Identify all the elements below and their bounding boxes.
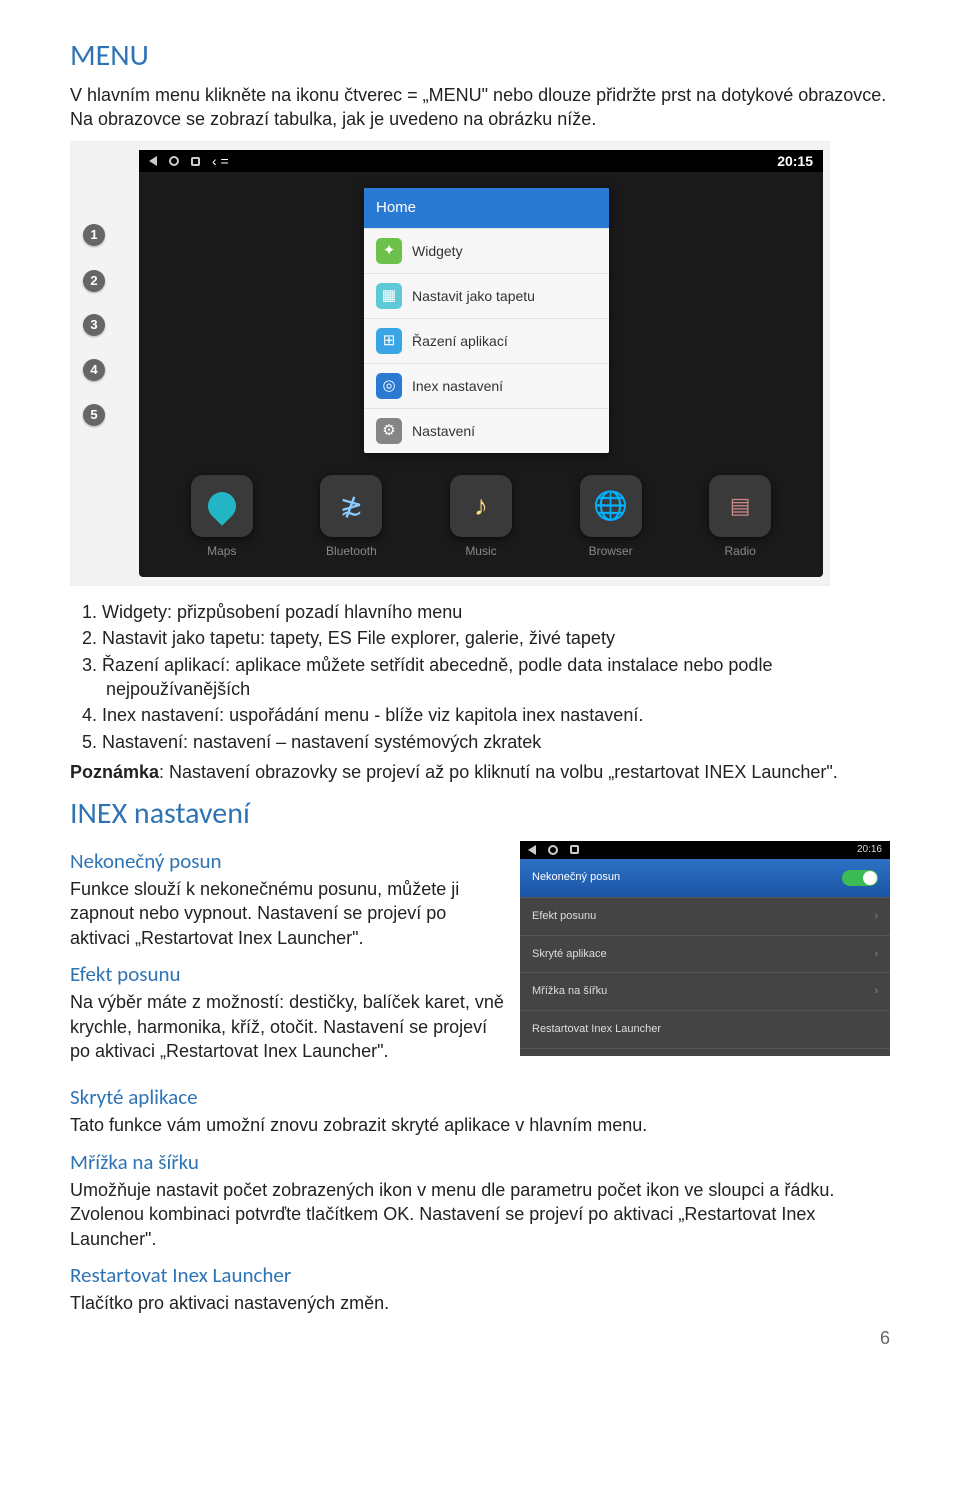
chevron-right-icon: › <box>874 909 878 924</box>
statusbar: 20:16 <box>520 841 890 859</box>
row-label: Skryté aplikace <box>532 947 607 962</box>
nav-forward-icon: ‹ = <box>212 152 229 171</box>
setting-row-skryte[interactable]: Skryté aplikace › <box>520 936 890 974</box>
sub-skryte-aplikace: Skryté aplikace <box>70 1083 890 1111</box>
device-frame: ‹ = 20:15 Home ✦ Widgety ▦ Nastavit jako… <box>139 150 823 577</box>
settings-list: Nekonečný posun Efekt posunu › Skryté ap… <box>520 859 890 1049</box>
menu-item-label: Nastavit jako tapetu <box>412 287 535 306</box>
dock-label: Radio <box>709 543 771 559</box>
callout-badge-1: 1 <box>83 224 105 246</box>
menu-header[interactable]: Home <box>364 188 609 228</box>
menu-item-razeni[interactable]: ⊞ Řazení aplikací <box>364 318 609 363</box>
menu-item-tapeta[interactable]: ▦ Nastavit jako tapetu <box>364 273 609 318</box>
setting-row-restart[interactable]: Restartovat Inex Launcher <box>520 1011 890 1049</box>
section-title-inex: INEX nastavení <box>70 794 890 835</box>
sub-efekt-posunu: Efekt posunu <box>70 960 504 988</box>
sub-efekt-text: Na výběr máte z možností: destičky, balí… <box>70 990 504 1063</box>
callout-badge-3: 3 <box>83 314 105 336</box>
statusbar: ‹ = 20:15 <box>139 150 823 172</box>
sort-icon: ⊞ <box>376 328 402 354</box>
chevron-right-icon: › <box>874 947 878 962</box>
callout-badge-4: 4 <box>83 359 105 381</box>
gear-icon: ⚙ <box>376 418 402 444</box>
dock-item-bluetooth[interactable]: ≵ Bluetooth <box>320 475 382 559</box>
chevron-right-icon: › <box>874 984 878 999</box>
menu-item-widgety[interactable]: ✦ Widgety <box>364 228 609 273</box>
menu-item-nastaveni[interactable]: ⚙ Nastavení <box>364 408 609 453</box>
sub-mrizka-text: Umožňuje nastavit počet zobrazených ikon… <box>70 1178 890 1251</box>
home-icon <box>169 156 179 166</box>
music-icon: ♪ <box>450 475 512 537</box>
sub-mrizka: Mřížka na šířku <box>70 1148 890 1176</box>
menu-intro: V hlavním menu klikněte na ikonu čtverec… <box>70 83 890 132</box>
menu-options-list: 1. Widgety: přizpůsobení pozadí hlavního… <box>106 600 890 754</box>
wallpaper-icon: ▦ <box>376 283 402 309</box>
puzzle-icon: ✦ <box>376 238 402 264</box>
recent-icon <box>191 157 200 166</box>
sub-nekonecny-posun: Nekonečný posun <box>70 847 504 875</box>
dock-item-browser[interactable]: 🌐 Browser <box>580 475 642 559</box>
recent-icon <box>570 845 579 854</box>
bluetooth-icon: ≵ <box>320 475 382 537</box>
screenshot-inex-settings: 20:16 Nekonečný posun Efekt posunu › Skr… <box>520 841 890 1056</box>
clock: 20:15 <box>777 152 813 171</box>
clock: 20:16 <box>857 843 882 857</box>
menu-item-label: Inex nastavení <box>412 377 503 396</box>
dock-item-maps[interactable]: Maps <box>191 475 253 559</box>
sub-restart-text: Tlačítko pro aktivaci nastavených změn. <box>70 1291 890 1315</box>
note-text: : Nastavení obrazovky se projeví až po k… <box>159 762 838 782</box>
dock-label: Bluetooth <box>320 543 382 559</box>
section-title-menu: MENU <box>70 36 890 77</box>
sub-nekonecny-text: Funkce slouží k nekonečnému posunu, může… <box>70 877 504 950</box>
setting-row-efekt[interactable]: Efekt posunu › <box>520 898 890 936</box>
sub-restart: Restartovat Inex Launcher <box>70 1261 890 1289</box>
home-icon <box>548 845 558 855</box>
row-label: Mřížka na šířku <box>532 984 607 999</box>
maps-icon <box>191 475 253 537</box>
menu-item-label: Nastavení <box>412 422 475 441</box>
back-icon <box>149 156 157 166</box>
screenshot-home-menu: ‹ = 20:15 Home ✦ Widgety ▦ Nastavit jako… <box>70 141 830 586</box>
list-item: 5. Nastavení: nastavení – nastavení syst… <box>106 730 890 754</box>
list-item: 2. Nastavit jako tapetu: tapety, ES File… <box>106 626 890 650</box>
row-label: Restartovat Inex Launcher <box>532 1022 661 1037</box>
nav-buttons: ‹ = <box>149 152 229 171</box>
circle-icon: ◎ <box>376 373 402 399</box>
dock-label: Browser <box>580 543 642 559</box>
dock-label: Music <box>450 543 512 559</box>
menu-item-label: Widgety <box>412 242 463 261</box>
globe-icon: 🌐 <box>580 475 642 537</box>
sub-skryte-text: Tato funkce vám umožní znovu zobrazit sk… <box>70 1113 890 1137</box>
home-context-menu: Home ✦ Widgety ▦ Nastavit jako tapetu ⊞ … <box>364 188 609 453</box>
dock-label: Maps <box>191 543 253 559</box>
setting-row-nekonecny[interactable]: Nekonečný posun <box>520 859 890 898</box>
list-item: 4. Inex nastavení: uspořádání menu - blí… <box>106 703 890 727</box>
list-item: 3. Řazení aplikací: aplikace můžete setř… <box>106 653 890 702</box>
menu-item-inex[interactable]: ◎ Inex nastavení <box>364 363 609 408</box>
radio-icon: ▤ <box>709 475 771 537</box>
toggle-on-icon[interactable] <box>842 870 878 886</box>
setting-row-mrizka[interactable]: Mřížka na šířku › <box>520 973 890 1011</box>
callout-badge-5: 5 <box>83 404 105 426</box>
row-label: Efekt posunu <box>532 909 596 924</box>
list-item: 1. Widgety: přizpůsobení pozadí hlavního… <box>106 600 890 624</box>
menu-item-label: Řazení aplikací <box>412 332 508 351</box>
note-paragraph: Poznámka: Nastavení obrazovky se projeví… <box>70 760 890 784</box>
row-label: Nekonečný posun <box>532 870 620 885</box>
dock-item-radio[interactable]: ▤ Radio <box>709 475 771 559</box>
back-icon <box>528 845 536 855</box>
page-number: 6 <box>70 1326 890 1350</box>
dock-item-music[interactable]: ♪ Music <box>450 475 512 559</box>
dock: Maps ≵ Bluetooth ♪ Music 🌐 Browser ▤ Rad… <box>139 475 823 559</box>
callout-badge-2: 2 <box>83 270 105 292</box>
note-label: Poznámka <box>70 762 159 782</box>
